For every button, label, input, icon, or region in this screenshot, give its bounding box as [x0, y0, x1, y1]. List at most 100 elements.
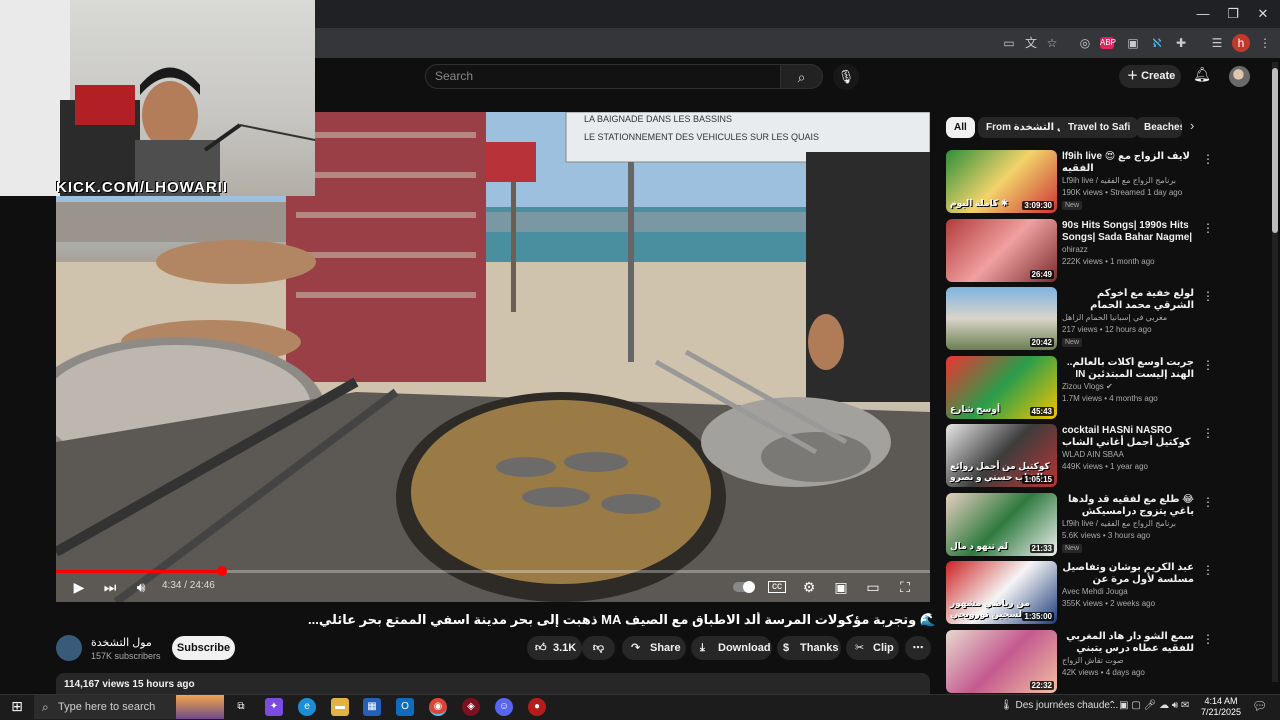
related-video-item[interactable]: لم تنهو د مال 21:33 😂 طلع مع لفقيه قد ولده… — [946, 493, 1214, 559]
related-title[interactable]: سمع الشو دار هاد المغربي للفقيه عطاه درس… — [1062, 631, 1194, 655]
related-thumbnail[interactable]: من رياضي مشهور لسجين تورويجي 1:35:00 — [946, 561, 1057, 624]
related-thumbnail[interactable]: 20:42 — [946, 287, 1057, 350]
download-button[interactable]: ⤓ Download — [691, 636, 772, 660]
autoplay-toggle[interactable] — [733, 581, 755, 593]
store-icon[interactable]: ▦ — [363, 698, 381, 716]
related-channel[interactable]: Lf9ih live / برنامج الزواج مع الفقيه — [1062, 176, 1194, 185]
related-title[interactable]: 😂 طلع مع لفقيه قد ولدها باغي يتزوج درامس… — [1062, 494, 1194, 518]
related-title[interactable]: lf9ih live 😍 لايف الزواج مع الفقيه — [1062, 151, 1194, 175]
share-button[interactable]: ↷ Share — [622, 636, 686, 660]
related-video-item[interactable]: 20:42 لولع خفية مع أخوكم الشرقي محمد الحم… — [946, 287, 1214, 353]
related-channel[interactable]: WLAD AIN SBAA — [1062, 450, 1194, 459]
bookmark-star-icon[interactable]: ☆ — [1043, 34, 1061, 52]
windows-start-icon[interactable]: ⊞ — [8, 698, 26, 716]
kebab-icon[interactable]: ⋮ — [1202, 289, 1214, 303]
related-channel[interactable]: ohirazz — [1062, 245, 1194, 254]
kebab-icon[interactable]: ⋮ — [1202, 632, 1214, 646]
close-icon[interactable]: ✕ — [1248, 4, 1278, 24]
volume-icon[interactable]: 🔊︎ — [132, 578, 150, 596]
kebab-icon[interactable]: ⋮ — [1202, 495, 1214, 509]
more-actions-button[interactable]: ⋯ — [905, 636, 931, 660]
avatar[interactable] — [1229, 66, 1250, 87]
search-button[interactable]: ⌕ — [781, 64, 823, 89]
kebab-icon[interactable]: ⋮ — [1202, 221, 1214, 235]
kebab-icon[interactable]: ⋮ — [1256, 34, 1274, 52]
related-video-item[interactable]: كاملة اليوم ✱ 3:09:30 lf9ih live 😍 لايف ال… — [946, 150, 1214, 216]
kebab-icon[interactable]: ⋮ — [1202, 563, 1214, 577]
related-channel[interactable]: صوت تقاش الزواج — [1062, 656, 1194, 665]
related-video-item[interactable]: كوكتيل من أجمل روائع الشاب حسني و نصرو 1:… — [946, 424, 1214, 490]
clip-button[interactable]: ✂ Clip — [846, 636, 899, 660]
related-video-item[interactable]: 26:49 90s Hits Songs| 1990s Hits Songs| S… — [946, 219, 1214, 285]
related-channel[interactable]: Zizou Vlogs ✔ — [1062, 382, 1194, 391]
chrome-icon[interactable]: ◉ — [429, 698, 447, 716]
kebab-icon[interactable]: ⋮ — [1202, 358, 1214, 372]
related-channel[interactable]: Lf9ih live / برنامج الزواج مع الفقيه — [1062, 519, 1194, 528]
related-thumbnail[interactable]: 26:49 — [946, 219, 1057, 282]
profile-icon[interactable]: h — [1232, 34, 1250, 52]
weather-widget[interactable]: 🌡︎ Des journées chaude... — [1000, 700, 1118, 711]
related-video-item[interactable]: أوسخ شارع 45:43 جربت أوسع أكلات بالعالم.. … — [946, 356, 1214, 422]
kebab-icon[interactable]: ⋮ — [1202, 152, 1214, 166]
extension-icon-4[interactable]: ℵ — [1148, 34, 1166, 52]
copilot-icon[interactable]: ✦ — [265, 698, 283, 716]
extension-icon-2[interactable]: ABP — [1100, 37, 1116, 49]
settings-gear-icon[interactable]: ⚙ — [800, 578, 818, 596]
chip-all[interactable]: All — [946, 117, 975, 138]
outlook-icon[interactable]: O — [396, 698, 414, 716]
puzzle-icon[interactable]: ✚ — [1172, 34, 1190, 52]
discord-icon[interactable]: ☺ — [495, 698, 513, 716]
related-thumbnail[interactable]: أوسخ شارع 45:43 — [946, 356, 1057, 419]
related-channel[interactable]: Avec Mehdi Jouga — [1062, 587, 1194, 596]
related-title[interactable]: عبد الكريم بوشان وتفاصيل مسلسة لأول مرة … — [1062, 562, 1194, 586]
theater-mode-icon[interactable]: ▭ — [864, 578, 882, 596]
related-thumbnail[interactable]: كاملة اليوم ✱ 3:09:30 — [946, 150, 1057, 213]
bell-icon[interactable]: 🔔︎ — [1192, 66, 1212, 86]
search-input[interactable]: Search — [425, 64, 781, 89]
captions-icon[interactable]: cc — [768, 581, 786, 593]
subscribe-button[interactable]: Subscribe — [172, 636, 235, 660]
system-tray[interactable]: ⌃ ▣ ▢ 🎤︎ ☁ 🔊︎ ✉ — [1108, 700, 1189, 711]
related-thumbnail[interactable]: كوكتيل من أجمل روائع الشاب حسني و نصرو 1:… — [946, 424, 1057, 487]
extension-icon-1[interactable]: ◎ — [1076, 34, 1094, 52]
miniplayer-icon[interactable]: ▣ — [832, 578, 850, 596]
minimize-icon[interactable]: — — [1188, 4, 1218, 24]
tab-search-icon[interactable]: ☰ — [1208, 34, 1226, 52]
maximize-icon[interactable]: ❐ — [1218, 4, 1248, 24]
mic-icon[interactable]: 🎙 — [833, 64, 859, 90]
channel-avatar[interactable] — [56, 635, 82, 661]
app-icon-dark[interactable]: ● — [528, 698, 546, 716]
create-button[interactable]: ＋ Create — [1119, 65, 1181, 88]
related-video-item[interactable]: من رياضي مشهور لسجين تورويجي 1:35:00 عبد ا… — [946, 561, 1214, 627]
related-thumbnail[interactable]: 22:32 — [946, 630, 1057, 693]
scrollbar-thumb[interactable] — [1272, 68, 1278, 233]
play-icon[interactable]: ▶ — [70, 578, 88, 596]
like-button[interactable]: 👍︎ 3.1K — [527, 636, 582, 660]
chip-beaches[interactable]: Beaches — [1136, 117, 1182, 138]
progress-scrubber[interactable] — [217, 566, 227, 576]
taskbar-clock[interactable]: 4:14 AM 7/21/2025 — [1200, 696, 1242, 718]
thanks-button[interactable]: $ Thanks — [777, 636, 841, 660]
edge-icon[interactable]: e — [298, 698, 316, 716]
related-title[interactable]: لولع خفية مع أخوكم الشرقي محمد الحمام كو… — [1062, 288, 1194, 312]
fullscreen-icon[interactable]: ⛶ — [896, 578, 914, 596]
chevron-right-icon[interactable]: › — [1190, 118, 1194, 133]
next-icon[interactable]: ⏭ — [101, 578, 119, 596]
related-channel[interactable]: مغربي في إسبانيا الحمام الزاهل — [1062, 313, 1194, 322]
related-video-item[interactable]: 22:32 سمع الشو دار هاد المغربي للفقيه عطا… — [946, 630, 1214, 696]
related-title[interactable]: 90s Hits Songs| 1990s Hits Songs| Sada B… — [1062, 220, 1194, 244]
related-thumbnail[interactable]: لم تنهو د مال 21:33 — [946, 493, 1057, 556]
translate-icon[interactable]: 文 — [1022, 34, 1040, 52]
app-icon-red[interactable]: ◈ — [462, 698, 480, 716]
chip-travel-to-safi[interactable]: Travel to Safi — [1060, 117, 1139, 138]
notification-icon[interactable]: 💬︎ — [1252, 699, 1267, 713]
extension-icon-3[interactable]: ▣ — [1124, 34, 1142, 52]
kebab-icon[interactable]: ⋮ — [1202, 426, 1214, 440]
dislike-button[interactable]: 👎︎ — [582, 636, 615, 660]
file-explorer-icon[interactable]: ▬ — [331, 698, 349, 716]
cast-icon[interactable]: ▭ — [1000, 34, 1018, 52]
channel-name[interactable]: مول التشخدة — [91, 636, 152, 649]
task-view-icon[interactable]: ⧉ — [232, 698, 250, 716]
related-title[interactable]: جربت أوسع أكلات بالعالم.. الهند إليست ال… — [1062, 357, 1194, 381]
related-title[interactable]: cocktail HASNi NASRO كوكتيل أجمل أغاني ا… — [1062, 425, 1194, 449]
